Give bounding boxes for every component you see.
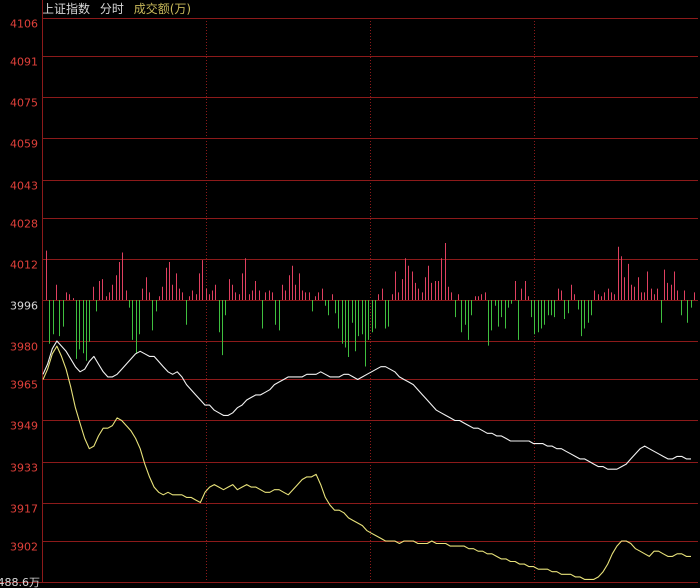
price-lines bbox=[42, 340, 691, 580]
y-tick-label-5: 4028 bbox=[10, 218, 38, 231]
y-tick-label-9: 3965 bbox=[10, 379, 38, 392]
y-tick-label-1: 4091 bbox=[10, 56, 38, 69]
y-tick-label-4: 4043 bbox=[10, 180, 38, 193]
volume-axis-label: 488.6万 bbox=[0, 576, 40, 588]
y-tick-label-3: 4059 bbox=[10, 138, 38, 151]
y-axis-labels: 4106 4091 4075 4059 4043 4028 4012 3996 3980 3965… bbox=[0, 18, 40, 588]
y-tick-label-7: 3996 bbox=[10, 300, 38, 313]
y-tick-label-12: 3917 bbox=[10, 503, 38, 516]
intraday-chart: 4106 4091 4075 4059 4043 4028 4012 3996 3980 3965… bbox=[0, 0, 698, 588]
grid-layer bbox=[0, 0, 698, 583]
y-tick-label-0: 4106 bbox=[10, 18, 38, 31]
y-tick-label-11: 3933 bbox=[10, 462, 38, 475]
y-tick-label-13: 3902 bbox=[10, 541, 38, 554]
y-tick-label-2: 4075 bbox=[10, 97, 38, 110]
y-tick-label-6: 4012 bbox=[10, 259, 38, 272]
y-tick-label-8: 3980 bbox=[10, 341, 38, 354]
y-tick-label-10: 3949 bbox=[10, 420, 38, 433]
